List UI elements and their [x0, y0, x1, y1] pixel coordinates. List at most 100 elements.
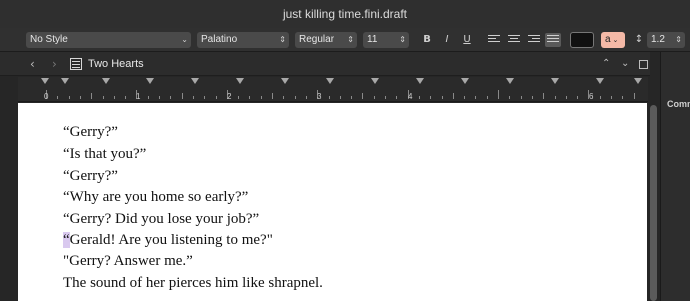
font-select[interactable]: Palatino ⇕: [197, 32, 289, 48]
ruler-tick: [249, 96, 251, 99]
text-color-swatch[interactable]: [570, 32, 594, 48]
comments-panel-label: Comm: [667, 99, 690, 109]
ruler-number: 4: [408, 92, 413, 101]
ruler-number: 2: [227, 92, 232, 101]
ruler-tick: [441, 96, 443, 99]
ruler-tick: [305, 96, 307, 99]
ruler-tick: [464, 96, 466, 99]
ruler-tick: [181, 93, 183, 99]
align-left-icon[interactable]: [488, 35, 500, 45]
document-title: Two Hearts: [88, 58, 144, 70]
size-select[interactable]: 11 ⇕: [363, 32, 409, 48]
text-line: “Gerry?”: [63, 168, 118, 184]
ruler-tick: [159, 96, 160, 99]
updown-icon: ⇕: [399, 35, 406, 44]
ruler-tick: [498, 90, 499, 99]
size-select-value: 11: [367, 34, 378, 45]
text-line: “Is that you?”: [63, 146, 147, 162]
ruler-tick: [385, 96, 386, 99]
align-right-icon[interactable]: [528, 35, 540, 45]
ruler-tick: [543, 93, 545, 99]
style-select-value: No Style: [30, 34, 68, 45]
document-icon: [70, 58, 82, 70]
ruler-tick: [328, 96, 330, 99]
align-center-icon[interactable]: [508, 35, 520, 45]
chevron-right-icon[interactable]: ›: [52, 56, 57, 72]
ruler-tick: [294, 96, 296, 99]
highlight-color-button[interactable]: a ⌄: [601, 32, 625, 48]
updown-icon: ⇕: [347, 35, 354, 44]
tab-stop-marker[interactable]: [102, 78, 110, 84]
tab-stop-marker[interactable]: [461, 78, 469, 84]
ruler[interactable]: 0 1 2 3 4 6: [18, 77, 648, 102]
ruler-tick: [396, 96, 398, 99]
ruler-tick: [633, 93, 635, 99]
ruler-tick: [418, 96, 420, 99]
line-spacing-icon: ↕: [634, 34, 644, 45]
updown-icon: ⇕: [279, 35, 286, 44]
ruler-tick: [565, 96, 567, 99]
ruler-number: 3: [317, 92, 322, 101]
ruler-tick: [362, 93, 364, 99]
ruler-tick: [125, 96, 127, 99]
ruler-tick: [475, 96, 477, 99]
ruler-tick: [192, 96, 194, 99]
window-title: just killing time.fini.draft: [0, 0, 690, 28]
navigation-bar: ‹ › Two Hearts ⌃ ⌄: [0, 52, 650, 76]
font-select-value: Palatino: [201, 34, 238, 45]
ruler-tick: [611, 96, 612, 99]
chevron-left-icon[interactable]: ‹: [30, 56, 35, 72]
text-line-rest: Gerald! Are you listening to me?": [69, 232, 273, 248]
first-line-indent-marker[interactable]: [61, 78, 69, 84]
align-justify-icon[interactable]: [545, 33, 561, 47]
app-window: just killing time.fini.draft No Style ⌄ …: [0, 0, 690, 301]
chevron-up-icon[interactable]: ⌃: [602, 56, 610, 72]
ruler-tick: [339, 96, 341, 99]
format-toolbar: No Style ⌄ Palatino ⇕ Regular ⇕ 11 ⇕ B I…: [0, 28, 690, 52]
comments-panel: Comm: [660, 52, 690, 301]
bold-button[interactable]: B: [419, 32, 435, 48]
tab-stop-marker[interactable]: [146, 78, 154, 84]
ruler-tick: [351, 96, 353, 99]
ruler-number: 0: [44, 92, 49, 101]
scrollbar-thumb[interactable]: [650, 105, 657, 301]
tab-stop-marker[interactable]: [596, 78, 604, 84]
line-spacing-value: 1.2: [651, 34, 665, 45]
tab-stop-marker[interactable]: [191, 78, 199, 84]
tab-stop-marker[interactable]: [326, 78, 334, 84]
right-indent-marker[interactable]: [634, 78, 642, 84]
text-line: “Why are you home so early?”: [63, 189, 249, 205]
italic-button[interactable]: I: [439, 32, 455, 48]
chevron-down-icon[interactable]: ⌄: [621, 56, 629, 72]
ruler-tick: [170, 96, 172, 99]
chevron-down-icon: ⌄: [610, 37, 619, 44]
ruler-tick: [622, 96, 624, 99]
ruler-tick: [520, 96, 522, 99]
weight-select-value: Regular: [299, 34, 335, 45]
tab-stop-marker[interactable]: [506, 78, 514, 84]
ruler-tick: [452, 93, 454, 99]
line-spacing-select[interactable]: 1.2 ⇕: [647, 32, 685, 48]
weight-select[interactable]: Regular ⇕: [295, 32, 357, 48]
highlighted-character: “: [63, 232, 70, 248]
ruler-tick: [509, 96, 511, 99]
vertical-scrollbar[interactable]: [648, 77, 660, 301]
tab-stop-marker[interactable]: [41, 78, 49, 84]
tab-stop-marker[interactable]: [236, 78, 244, 84]
ruler-tick: [577, 96, 579, 99]
underline-button[interactable]: U: [459, 32, 475, 48]
split-view-icon[interactable]: [639, 60, 648, 69]
document-page[interactable]: “Gerry?” “Is that you?” “Gerry?” “Why ar…: [18, 103, 647, 301]
tab-stop-marker[interactable]: [281, 78, 289, 84]
ruler-tick: [430, 96, 432, 99]
tab-stop-marker[interactable]: [416, 78, 424, 84]
text-line: “Gerry?”: [63, 124, 118, 140]
ruler-number: 1: [136, 92, 141, 101]
tab-stop-marker[interactable]: [371, 78, 379, 84]
tab-stop-marker[interactable]: [551, 78, 559, 84]
style-select[interactable]: No Style ⌄: [26, 32, 191, 48]
ruler-tick: [272, 93, 273, 99]
text-line: The sound of her pierces him like shrapn…: [63, 275, 323, 291]
text-line: “Gerry? Did you lose your job?”: [63, 211, 260, 227]
ruler-tick: [486, 96, 488, 99]
